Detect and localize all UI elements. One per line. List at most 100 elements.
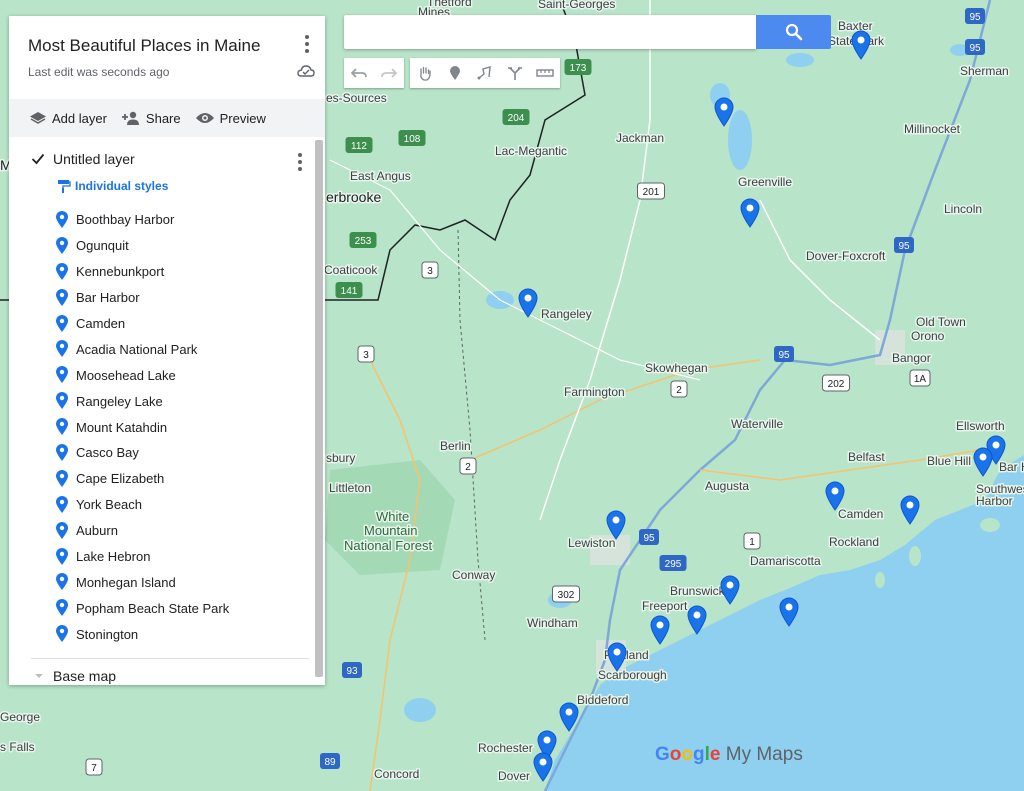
place-list-item[interactable]: Popham Beach State Park bbox=[55, 595, 229, 621]
map-marker-icon[interactable] bbox=[719, 575, 741, 605]
map-label: Sherman bbox=[960, 64, 1009, 78]
map-marker-icon[interactable] bbox=[686, 605, 708, 635]
add-layer-label: Add layer bbox=[52, 110, 107, 126]
search-input[interactable] bbox=[344, 15, 756, 49]
map-marker-icon[interactable] bbox=[824, 481, 846, 511]
map-label: Millinocket bbox=[904, 122, 961, 136]
place-name: York Beach bbox=[76, 497, 143, 513]
layer-name[interactable]: Untitled layer bbox=[53, 151, 135, 167]
route-shield-label: 112 bbox=[351, 141, 367, 152]
place-list-item[interactable]: Boothbay Harbor bbox=[55, 207, 229, 233]
layer-header: Untitled layer bbox=[31, 151, 135, 167]
route-shield-label: 253 bbox=[355, 236, 372, 247]
place-list-item[interactable]: Mount Katahdin bbox=[55, 414, 229, 440]
pan-button[interactable] bbox=[410, 58, 440, 88]
draw-line-button[interactable] bbox=[470, 58, 500, 88]
panel-scrollbar[interactable] bbox=[315, 140, 323, 677]
undo-icon bbox=[351, 68, 367, 78]
map-label: Blue Hill bbox=[927, 454, 971, 468]
place-list-item[interactable]: Bar Harbor bbox=[55, 285, 229, 311]
place-name: Boothbay Harbor bbox=[76, 212, 175, 228]
route-shield-label: 302 bbox=[558, 590, 575, 601]
route-shield-label: 95 bbox=[969, 43, 981, 54]
map-label: Dover-Foxcroft bbox=[806, 249, 886, 263]
google-my-maps-logo: Google My Maps bbox=[655, 744, 803, 765]
place-list: Boothbay Harbor Ogunquit Kennebunkport Bar … bbox=[55, 207, 229, 647]
history-group bbox=[344, 58, 404, 88]
map-options-menu-icon[interactable] bbox=[298, 33, 316, 55]
route-shield-label: 95 bbox=[643, 533, 655, 544]
map-marker-icon[interactable] bbox=[850, 30, 872, 60]
map-marker-icon[interactable] bbox=[739, 198, 761, 228]
marker-icon bbox=[56, 262, 68, 280]
place-list-item[interactable]: Casco Bay bbox=[55, 440, 229, 466]
place-list-item[interactable]: Kennebunkport bbox=[55, 259, 229, 285]
place-list-item[interactable]: Moosehead Lake bbox=[55, 362, 229, 388]
route-shield-label: 95 bbox=[778, 350, 790, 361]
map-toolbar bbox=[344, 58, 564, 88]
share-button[interactable]: Share bbox=[121, 110, 181, 126]
map-marker-icon[interactable] bbox=[899, 495, 921, 525]
place-list-item[interactable]: Rangeley Lake bbox=[55, 388, 229, 414]
map-marker-icon[interactable] bbox=[605, 510, 627, 540]
map-label: Conway bbox=[452, 568, 495, 582]
map-marker-icon[interactable] bbox=[532, 752, 554, 782]
map-label: Rochester bbox=[478, 741, 533, 755]
map-marker-icon[interactable] bbox=[713, 97, 735, 127]
map-marker-icon[interactable] bbox=[606, 642, 628, 672]
map-marker-icon[interactable] bbox=[972, 447, 994, 477]
map-label: Greenville bbox=[738, 175, 792, 189]
map-marker-icon[interactable] bbox=[558, 702, 580, 732]
search-button[interactable] bbox=[756, 15, 831, 49]
place-name: Stonington bbox=[76, 626, 139, 642]
map-title[interactable]: Most Beautiful Places in Maine bbox=[28, 36, 260, 56]
add-marker-button[interactable] bbox=[440, 58, 470, 88]
place-list-item[interactable]: Acadia National Park bbox=[55, 336, 229, 362]
map-label: Skowhegan bbox=[645, 361, 708, 375]
map-label: Old Town bbox=[916, 315, 966, 329]
individual-styles-label: Individual styles bbox=[75, 179, 169, 193]
layers-panel: Most Beautiful Places in Maine Last edit… bbox=[9, 16, 325, 685]
route-shield-label: 201 bbox=[643, 187, 660, 198]
measure-button[interactable] bbox=[530, 58, 560, 88]
map-marker-icon[interactable] bbox=[649, 615, 671, 645]
base-map-label: Base map bbox=[53, 668, 117, 684]
place-list-item[interactable]: Camden bbox=[55, 311, 229, 337]
map-label: Brunswick bbox=[670, 584, 726, 598]
map-label: National Forest bbox=[344, 538, 433, 553]
draw-line-icon bbox=[477, 66, 491, 80]
marker-icon bbox=[56, 340, 68, 358]
place-list-item[interactable]: Ogunquit bbox=[55, 233, 229, 259]
place-list-item[interactable]: Stonington bbox=[55, 621, 229, 647]
undo-button[interactable] bbox=[344, 58, 374, 88]
place-list-item[interactable]: York Beach bbox=[55, 492, 229, 518]
base-map-toggle[interactable]: Base map bbox=[33, 668, 116, 684]
layer-options-menu-icon[interactable] bbox=[291, 151, 309, 173]
route-shield-label: 95 bbox=[969, 12, 981, 23]
place-name: Ogunquit bbox=[76, 238, 129, 254]
add-layer-button[interactable]: Add layer bbox=[29, 110, 107, 126]
marker-icon bbox=[56, 314, 68, 332]
place-list-item[interactable]: Monhegan Island bbox=[55, 569, 229, 595]
individual-styles-link[interactable]: Individual styles bbox=[57, 179, 168, 193]
place-list-item[interactable]: Lake Hebron bbox=[55, 544, 229, 570]
search-box[interactable] bbox=[344, 15, 756, 49]
place-name: Mount Katahdin bbox=[76, 419, 168, 435]
place-list-item[interactable]: Auburn bbox=[55, 518, 229, 544]
map-marker-icon[interactable] bbox=[778, 597, 800, 627]
route-shield-label: 1A bbox=[914, 374, 927, 385]
map-label: Ellsworth bbox=[956, 419, 1005, 433]
map-label: Belfast bbox=[848, 450, 885, 464]
map-marker-icon[interactable] bbox=[517, 288, 539, 318]
layer-visibility-checkbox[interactable] bbox=[31, 152, 45, 166]
preview-button[interactable]: Preview bbox=[195, 111, 266, 126]
eye-icon bbox=[195, 113, 214, 123]
redo-button[interactable] bbox=[374, 58, 404, 88]
map-label: sbury bbox=[326, 451, 355, 465]
directions-button[interactable] bbox=[500, 58, 530, 88]
marker-icon bbox=[56, 288, 68, 306]
map-label: Lac-Megantic bbox=[495, 144, 567, 158]
share-label: Share bbox=[145, 110, 181, 126]
place-list-item[interactable]: Cape Elizabeth bbox=[55, 466, 229, 492]
place-name: Bar Harbor bbox=[76, 290, 140, 306]
